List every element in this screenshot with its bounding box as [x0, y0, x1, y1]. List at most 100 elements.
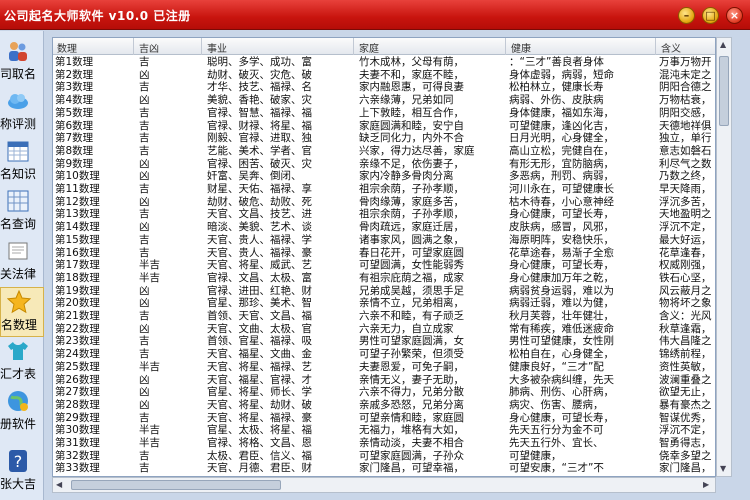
table-cell: 混沌未定之	[659, 68, 712, 81]
table-row[interactable]: 第22数理 凶 天官、文曲、太极、官 六亲无力，自立成家 常有稀疾，难低迷疲命 秋草逢霜，	[53, 322, 715, 337]
table-row[interactable]: 第15数理 吉 天官、贵人、福禄、学 诸事家风，圆满之象， 海原明阵，安稳快乐， 最大好运…	[53, 233, 715, 248]
sidebar-item-related-law[interactable]: 关法律	[0, 237, 44, 287]
table-cell: 第2数理	[55, 68, 94, 81]
table-row[interactable]: 第2数理 凶 劫财、破灭、灾危、破 夫妻不和，家庭不睦， 身体虚弱，病弱，短命 混沌未定之	[53, 68, 715, 83]
table-cell: 天官、文昌、技艺、进	[207, 208, 312, 221]
column-divider[interactable]	[505, 38, 506, 55]
table-row[interactable]: 第5数理 吉 官禄、智慧、福禄、福 上下敦睦，相互合作， 身体健康，福如东海， 阴阳交感，	[53, 107, 715, 121]
table-cell: 骨肉缘薄，家庭多苦，	[359, 195, 464, 208]
table-row[interactable]: 第4数理 凶 美貌、香艳、破家、灾 六亲缘薄，兄弟如同 病弱、外伤、皮肤病 万物枯衰，	[53, 94, 715, 108]
sidebar-item-name-lookup[interactable]: 名查询	[0, 187, 44, 237]
scroll-down-icon[interactable]: ▼	[720, 464, 726, 473]
table-row[interactable]: 第6数理 吉 官禄、财禄、将星、福 家庭圆满和睦，安宁自 可望健康，逢凶化吉， 天德地祥俱	[53, 120, 715, 134]
horizontal-scroll-thumb[interactable]	[71, 480, 281, 490]
table-cell: 官禄、文昌、太极、富	[207, 271, 312, 284]
table-row[interactable]: 第20数理 凶 官星、那珍、美术、智 亲情不立，兄弟相离， 病弱迁弱，难以为健， 物将坏之…	[53, 297, 715, 311]
maximize-button[interactable]: □	[702, 7, 719, 24]
table-row[interactable]: 第25数理 半吉 天官、将星、福禄、艺 夫妻恩爱，可免子嗣， 健康良好，“三才”配 资性英…	[53, 361, 715, 375]
sidebar-item-register-software[interactable]: 册软件	[0, 387, 44, 437]
close-button[interactable]: ×	[726, 7, 743, 24]
table-cell: 花草逢春，	[659, 246, 712, 259]
sidebar-item-company-naming[interactable]: 司取名	[0, 37, 44, 87]
table-row[interactable]: 第29数理 吉 天官、将星、福禄、豪 可望亲情和睦，家庭圆 身心健康，可望长寿， 智谋优秀…	[53, 411, 715, 426]
column-divider[interactable]	[133, 38, 134, 55]
sidebar-item-name-test[interactable]: 称评测	[0, 87, 44, 137]
vertical-scrollbar[interactable]: ▲ ▼	[716, 37, 732, 477]
column-divider[interactable]	[353, 38, 354, 55]
table-cell: 兴家，得力达尽善，家庭	[359, 144, 475, 157]
table-row[interactable]: 第30数理 半吉 官星、太极、将星、福 无福力，堆格有大如， 先天五行分为金不可 浮沉不定…	[53, 424, 715, 438]
table-row[interactable]: 第26数理 凶 天官、福星、官禄、才 亲情无义，妻子无助， 大多被杂病纠缠，先天 波澜重叠…	[53, 373, 715, 388]
column-header[interactable]: 家庭	[359, 40, 379, 55]
table-row[interactable]: 第12数理 凶 劫财、破危、劫败、死 骨肉缘薄，家庭多苦， 枯木待春，小心意神经 浮沉多苦…	[53, 195, 715, 210]
table-row[interactable]: 第9数理 凶 官禄、困苦、破灭、灾 亲缘不足，依伤妻子， 有形无形，宜防脑病， 利尽气之数	[53, 157, 715, 172]
table-cell: 凶	[139, 322, 150, 335]
table-cell: 官禄、进田、红艳、财	[207, 284, 312, 297]
table-row[interactable]: 第1数理 吉 聪明、多学、成功、富 竹木成林，父母有荫， ：“三才”善良者身体 万事万物开	[53, 56, 715, 70]
table-row[interactable]: 第11数理 吉 财星、天佑、福禄、享 祖宗余荫，子孙孝顺， 河川永在，可望健康长 早天降雨…	[53, 183, 715, 197]
column-divider[interactable]	[655, 38, 656, 55]
table-row[interactable]: 第16数理 吉 天官、贵人、福禄、豪 春日花开，可望家庭圆 花草途春，易渐子全愈 花草逢春…	[53, 246, 715, 261]
column-header[interactable]: 健康	[511, 40, 531, 55]
table-cell: 夫妻不和，家庭不睦，	[359, 68, 464, 81]
sidebar-item-label: 名数理	[1, 318, 38, 332]
table-cell: 凶	[139, 157, 150, 170]
table-row[interactable]: 第32数理 吉 太极、君臣、信义、福 可望家庭圆满，子孙众 可望健康， 侥幸多望之	[53, 449, 715, 464]
table-cell: 大多被杂病纠缠，先天	[509, 373, 614, 386]
column-header[interactable]: 事业	[207, 40, 227, 55]
scroll-left-icon[interactable]: ◀	[56, 480, 62, 489]
table-cell: 可望安康，“三才”不	[509, 462, 604, 475]
table-row[interactable]: 第24数理 吉 天官、福星、文曲、金 可望子孙繁荣，但须受 松柏自在，心身健全， 锦绣前程…	[53, 348, 715, 362]
table-row[interactable]: 第28数理 凶 天官、将星、劫财、破 亲戚多恐怒，兄弟分离 病灾、伤害、腰病， 暴有豪杰之	[53, 399, 715, 413]
table-row[interactable]: 第27数理 凶 官星、将星、师长、学 六亲不得力，兄弟分散 肺病、刑伤、心肝病， 欲望无止…	[53, 386, 715, 400]
table-cell: 吉	[139, 411, 150, 424]
sidebar-item-vocabulary-table[interactable]: 汇才表	[0, 337, 44, 387]
table-cell: 波澜重叠之	[659, 373, 712, 386]
horizontal-scrollbar[interactable]: ◀ ▶	[52, 477, 716, 493]
column-header[interactable]: 吉凶	[139, 40, 159, 55]
table-cell: 风云蔽月之	[659, 284, 712, 297]
table-row[interactable]: 第13数理 吉 天官、文昌、技艺、进 祖宗余荫，子孙孝顺， 身心健康，可望长寿， 天地盈明…	[53, 208, 715, 222]
sidebar-item-auspicious[interactable]: ? 张大吉	[0, 447, 44, 497]
table-row[interactable]: 第23数理 吉 首领、官星、福禄、吸 男性可望家庭圆满，女 男性可望健康，女性刚 伟大昌隆…	[53, 335, 715, 349]
star-icon	[7, 290, 31, 314]
minimize-button[interactable]: –	[678, 7, 695, 24]
table-cell: 可望健康，	[509, 449, 562, 462]
table-cell: 第12数理	[55, 195, 100, 208]
table-row[interactable]: 第21数理 吉 首领、天官、文昌、福 六亲不和睦，有子顽乏 秋月芙蓉，壮年健壮， 含义：光…	[53, 310, 715, 324]
table-cell: 第20数理	[55, 297, 100, 310]
people-icon	[9, 42, 27, 61]
table-row[interactable]: 第14数理 凶 暗淡、美貌、艺术、谈 骨肉疏远，家庭迁居， 皮肤病，感冒，风邪， 浮沉不定…	[53, 221, 715, 235]
table-cell: 官禄、困苦、破灭、灾	[207, 157, 312, 170]
table-row[interactable]: 第19数理 凶 官禄、进田、红艳、财 兄弟成吴越，须思手足 病弱贫身运弱，难以为 风云蔽月…	[53, 284, 715, 299]
table-row[interactable]: 第8数理 吉 艺能、美术、学者、官 兴家，得力达尽善，家庭 高山立松，完健自在， 意志如磐…	[53, 144, 715, 159]
column-header[interactable]: 含义	[661, 40, 681, 55]
table-row[interactable]: 第17数理 半吉 天官、将星、威武、艺 可望圆满，女性能弱秀 身心健康，可望长寿， 权威刚…	[53, 259, 715, 273]
table-row[interactable]: 第31数理 半吉 官禄、将格、文昌、恩 亲情动淡，夫妻不相合 先天五行外、宜长、 智勇得志…	[53, 437, 715, 451]
table-cell: 利尽气之数	[659, 157, 712, 170]
vertical-scroll-thumb[interactable]	[719, 56, 729, 126]
table-row[interactable]: 第7数理 吉 刚毅、官禄、进取、独 缺乏同化力，内外不合 日月光明，心身健全， 独立，单行	[53, 132, 715, 146]
scroll-up-icon[interactable]: ▲	[720, 40, 726, 49]
table-cell: 多恶病，刑罚、病弱，	[509, 170, 614, 183]
table-row[interactable]: 第10数理 凶 奸富、吴奔、倒闭、 家内冷静多骨肉分离 多恶病，刑罚、病弱， 乃数之终，	[53, 170, 715, 184]
column-divider[interactable]	[201, 38, 202, 55]
table-cell: 海原明阵，安稳快乐，	[509, 233, 614, 246]
table-cell: 才华、技艺、福禄、名	[207, 81, 312, 94]
table-cell: 第3数理	[55, 81, 94, 94]
table-row[interactable]: 第18数理 半吉 官禄、文昌、太极、富 有祖宗庇荫之福，成家 身心健康加万年之乾， 铁石心…	[53, 271, 715, 286]
column-header[interactable]: 数理	[57, 40, 77, 55]
table-cell: 凶	[139, 386, 150, 399]
table-cell: 六亲无力，自立成家	[359, 322, 454, 335]
table-cell: 第29数理	[55, 411, 100, 424]
table-row[interactable]: 第3数理 吉 才华、技艺、福禄、名 家内融恩惠，可得良妻 松柏林立，健康长寿 阴阳合德之	[53, 81, 715, 95]
sidebar-item-name-numerology[interactable]: 名数理	[0, 287, 44, 337]
table-cell: 第16数理	[55, 246, 100, 259]
table-row[interactable]: 第33数理 吉 天官、月德、君臣、财 家门隆昌，可望幸福， 可望安康，“三才”不 家门隆昌…	[53, 462, 715, 476]
table-cell: 家门隆昌，	[659, 462, 712, 475]
scroll-right-icon[interactable]: ▶	[703, 480, 709, 489]
table-cell: 吉	[139, 183, 150, 195]
table-cell: 病弱、外伤、皮肤病	[509, 94, 604, 107]
table-cell: 有祖宗庇荫之福，成家	[359, 271, 464, 284]
sidebar-item-naming-knowledge[interactable]: 名知识	[0, 137, 44, 187]
